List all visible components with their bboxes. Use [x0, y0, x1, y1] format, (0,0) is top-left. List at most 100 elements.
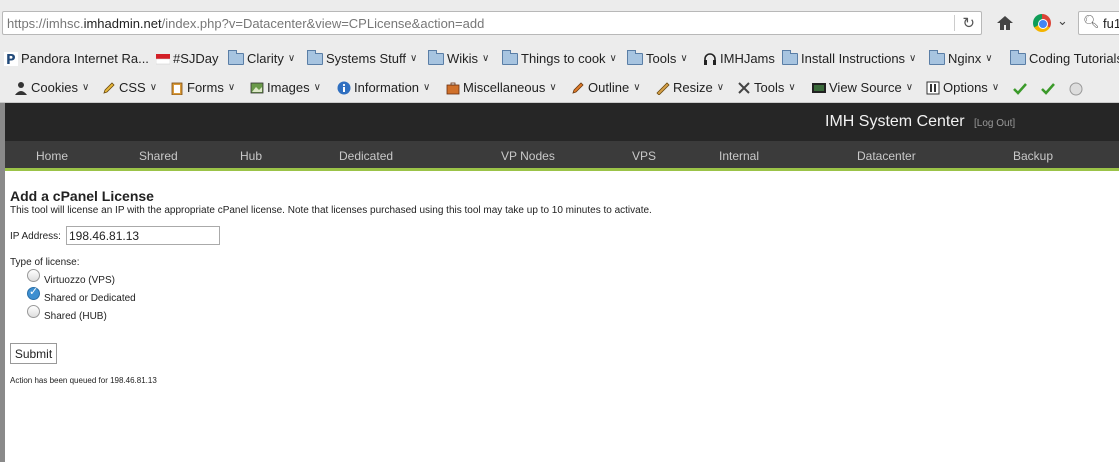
folder-icon	[228, 49, 244, 65]
radio-shared-hub[interactable]	[27, 305, 40, 318]
flag-icon	[156, 53, 170, 64]
bookmarks-toolbar: P Pandora Internet Ra... #SJDay Clarity ∨…	[0, 44, 1119, 74]
page-description: This tool will license an IP with the ap…	[10, 205, 652, 216]
wd-label: Resize	[673, 80, 713, 95]
bookmark-folder-coding[interactable]: Coding Tutorials	[1010, 49, 1119, 66]
chevron-down-icon: ∨	[609, 53, 617, 64]
wd-resize[interactable]: Resize ∨	[656, 80, 724, 95]
nav-shared[interactable]: Shared	[139, 149, 178, 163]
bookmark-label: Install Instructions	[801, 51, 906, 66]
chevron-down-icon: ∨	[409, 53, 418, 64]
chevron-down-icon: ∨	[905, 82, 914, 93]
wd-forms[interactable]: Forms ∨	[170, 80, 235, 95]
ruler-icon	[656, 81, 670, 95]
logout-link[interactable]: [Log Out]	[974, 118, 1015, 129]
url-separator	[954, 15, 955, 31]
wd-label: View Source	[829, 80, 902, 95]
bookmark-label: Clarity	[247, 51, 284, 66]
folder-icon	[1010, 49, 1026, 65]
nav-hub[interactable]: Hub	[240, 149, 262, 163]
wd-cookies[interactable]: Cookies ∨	[14, 80, 89, 95]
check-icon[interactable]	[1013, 82, 1027, 96]
nav-home[interactable]: Home	[36, 149, 68, 163]
bookmark-folder-cook[interactable]: Things to cook ∨	[502, 49, 617, 66]
chevron-down-icon[interactable]: ⌄	[1057, 13, 1068, 29]
chevron-down-icon: ∨	[149, 82, 158, 93]
bookmark-label: Systems Stuff	[326, 51, 406, 66]
chevron-down-icon: ∨	[227, 82, 236, 93]
url-text: https://imhsc.imhadmin.net/index.php?v=D…	[7, 16, 485, 31]
bookmark-folder-nginx[interactable]: Nginx ∨	[929, 49, 993, 66]
bookmark-label: IMHJams	[720, 51, 775, 66]
svg-text:P: P	[6, 53, 16, 66]
radio-label-shared-dedicated: Shared or Dedicated	[44, 293, 136, 304]
chevron-down-icon: ∨	[991, 82, 1000, 93]
wd-label: Information	[354, 80, 420, 95]
radio-virtuozzo[interactable]	[27, 269, 40, 282]
wd-label: CSS	[119, 80, 146, 95]
page-title: Add a cPanel License	[10, 188, 154, 204]
bookmark-pandora[interactable]: P Pandora Internet Ra...	[4, 51, 149, 66]
wd-images[interactable]: Images ∨	[250, 80, 321, 95]
folder-icon	[428, 49, 444, 65]
bookmark-label: Pandora Internet Ra...	[21, 51, 149, 66]
chevron-down-icon: ∨	[81, 82, 90, 93]
bookmark-imhjams[interactable]: IMHJams	[703, 51, 775, 66]
chevron-down-icon: ∨	[633, 82, 641, 93]
bookmark-folder-tools[interactable]: Tools ∨	[627, 49, 688, 66]
wd-options[interactable]: Options ∨	[926, 80, 999, 95]
chrome-icon[interactable]	[1033, 14, 1051, 32]
bookmark-folder-clarity[interactable]: Clarity ∨	[228, 49, 295, 66]
folder-icon	[307, 49, 323, 65]
pandora-icon: P	[4, 51, 18, 66]
bookmark-label: Tools	[646, 51, 677, 66]
info-icon	[337, 81, 351, 94]
bookmark-label: Things to cook	[521, 51, 606, 66]
main-nav: Home Shared Hub Dedicated VP Nodes VPS I…	[5, 141, 1119, 171]
home-icon[interactable]	[995, 13, 1015, 33]
search-input[interactable]: 🔍︎ fu1	[1078, 11, 1119, 35]
nav-dedicated[interactable]: Dedicated	[339, 149, 393, 163]
chevron-down-icon: ∨	[482, 53, 490, 64]
search-icon: 🔍︎	[1083, 14, 1100, 29]
pencil-icon	[572, 81, 584, 94]
radio-shared-dedicated[interactable]	[27, 285, 40, 300]
chevron-down-icon: ∨	[680, 53, 688, 64]
browser-toolbar: https://imhsc.imhadmin.net/index.php?v=D…	[0, 0, 1119, 44]
wd-information[interactable]: Information ∨	[337, 80, 430, 95]
ip-address-input[interactable]	[66, 226, 220, 245]
nav-datacenter[interactable]: Datacenter	[857, 149, 916, 163]
bookmark-folder-install[interactable]: Install Instructions ∨	[782, 49, 917, 66]
radio-label-virtuozzo: Virtuozzo (VPS)	[44, 275, 115, 286]
nav-vps[interactable]: VPS	[632, 149, 656, 163]
wd-label: Images	[267, 80, 310, 95]
check-icon[interactable]	[1041, 82, 1055, 96]
status-circle-icon[interactable]	[1069, 82, 1083, 96]
wd-view-source[interactable]: View Source ∨	[812, 80, 913, 95]
ip-address-label: IP Address:	[10, 231, 61, 242]
bookmark-folder-systems[interactable]: Systems Stuff ∨	[307, 49, 418, 66]
chevron-down-icon: ∨	[549, 82, 557, 93]
terminal-icon	[812, 82, 826, 93]
bookmark-folder-wikis[interactable]: Wikis ∨	[428, 49, 490, 66]
url-bar[interactable]: https://imhsc.imhadmin.net/index.php?v=D…	[2, 11, 982, 35]
nav-vp-nodes[interactable]: VP Nodes	[501, 149, 555, 163]
submit-button[interactable]: Submit	[10, 343, 57, 364]
license-type-label: Type of license:	[10, 257, 80, 268]
image-icon	[250, 82, 264, 93]
bookmark-label: Wikis	[447, 51, 479, 66]
reload-icon[interactable]: ↻	[962, 14, 975, 32]
nav-backup[interactable]: Backup	[1013, 149, 1053, 163]
chevron-down-icon: ∨	[909, 53, 917, 64]
wd-label: Options	[943, 80, 988, 95]
status-message: Action has been queued for 198.46.81.13	[10, 376, 157, 385]
nav-internal[interactable]: Internal	[719, 149, 759, 163]
wd-tools[interactable]: Tools ∨	[737, 80, 796, 95]
bookmark-sjday[interactable]: #SJDay	[156, 51, 219, 66]
chevron-down-icon: ∨	[423, 82, 431, 93]
wd-miscellaneous[interactable]: Miscellaneous ∨	[446, 80, 557, 95]
wd-outline[interactable]: Outline ∨	[571, 80, 641, 95]
wd-css[interactable]: CSS ∨	[102, 80, 157, 95]
chevron-down-icon: ∨	[716, 82, 725, 93]
folder-icon	[627, 49, 643, 65]
